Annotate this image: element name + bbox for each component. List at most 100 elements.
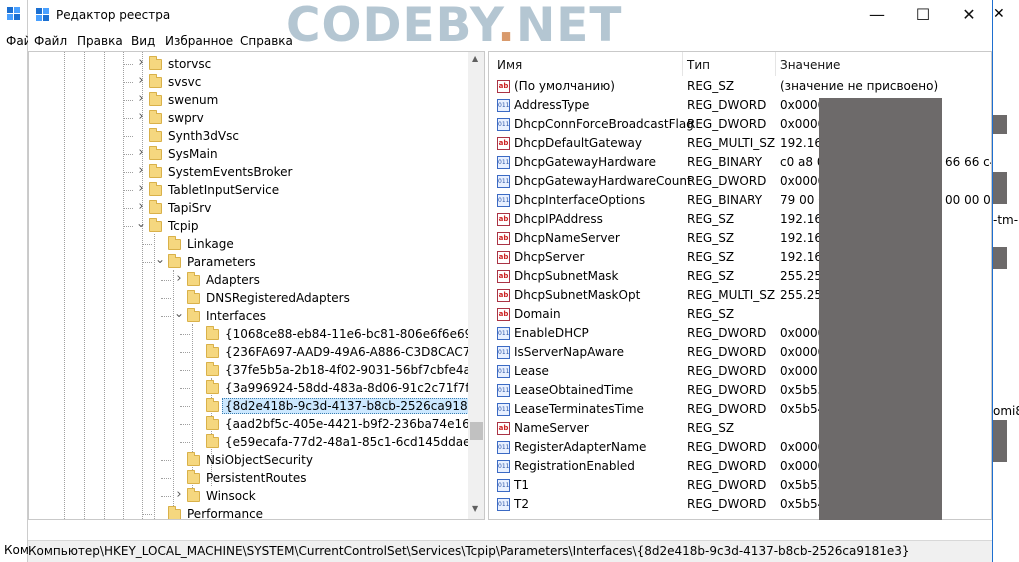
maximize-button[interactable]: ☐ (900, 0, 946, 30)
chevron-right-icon[interactable]: › (135, 108, 147, 126)
folder-icon (168, 254, 181, 268)
chevron-right-icon[interactable]: › (135, 162, 147, 180)
tree-item[interactable]: › SysMain (135, 144, 217, 163)
column-header-name[interactable]: Имя (497, 58, 522, 72)
menu-favorites[interactable]: Избранное (165, 34, 233, 48)
tree-item[interactable]: › swprv (135, 108, 203, 127)
tree-item[interactable]: › svsvc (135, 73, 201, 91)
tree-item[interactable]: {3a996924-58dd-483a-8d06-91c2c71f7fcc} (192, 379, 484, 397)
tree-item[interactable]: › Winsock (173, 486, 256, 505)
tree-item-label: svsvc (168, 75, 202, 89)
tree-item-label: Linkage (187, 237, 234, 251)
tree-connector (142, 244, 152, 245)
chevron-right-icon[interactable]: › (135, 144, 147, 162)
tree-connector (142, 514, 152, 515)
folder-icon (187, 290, 200, 304)
redaction-block (993, 172, 1007, 204)
column-header-type[interactable]: Тип (687, 58, 710, 72)
chevron-right-icon[interactable]: › (135, 180, 147, 198)
chevron-down-icon[interactable]: ⌄ (154, 250, 166, 268)
tree-guide-line (84, 52, 85, 519)
folder-icon (149, 146, 162, 160)
tree-item[interactable]: Performance (154, 505, 263, 519)
tree-connector (161, 460, 171, 461)
tree-item[interactable]: {8d2e418b-9c3d-4137-b8cb-2526ca9181e3} (192, 397, 484, 415)
tree-item[interactable]: ⌄ Tcpip (135, 214, 199, 235)
folder-icon (168, 236, 181, 250)
value-type: REG_SZ (687, 212, 735, 226)
tree-item[interactable]: Synth3dVsc (135, 127, 239, 145)
tree-item[interactable]: › SystemEventsBroker (135, 163, 292, 181)
folder-icon (187, 452, 200, 466)
tree-guide-line (123, 52, 124, 519)
tree-vertical-scrollbar[interactable]: ▲ ▼ (468, 52, 484, 519)
redaction-block (819, 98, 942, 520)
column-separator[interactable] (682, 52, 683, 76)
chevron-right-icon[interactable]: › (135, 72, 147, 90)
tree-item-label: {1068ce88-eb84-11e6-bc81-806e6f6e6963} (225, 327, 485, 341)
folder-icon (149, 182, 162, 196)
tree-item[interactable]: ⌄ Interfaces (173, 304, 266, 325)
menu-help[interactable]: Справка (240, 34, 293, 48)
chevron-right-icon[interactable]: › (135, 54, 147, 72)
value-name: LeaseObtainedTime (514, 383, 634, 397)
value-type: REG_DWORD (687, 345, 767, 359)
tree-item[interactable]: {e59ecafa-77d2-48a1-85c1-6cd145ddaedd} (192, 433, 485, 451)
tree-item-label: {e59ecafa-77d2-48a1-85c1-6cd145ddaedd} (225, 435, 485, 449)
tree-item[interactable]: {37fe5b5a-2b18-4f02-9031-56bf7cbfe4ad} (192, 361, 484, 379)
scroll-up-icon[interactable]: ▲ (472, 54, 478, 63)
folder-icon (187, 308, 200, 322)
tree-connector (161, 478, 171, 479)
tree-item[interactable]: {236FA697-AAD9-49A6-A886-C3D8CAC7E196} (192, 343, 485, 361)
folder-icon (206, 344, 219, 358)
tree-item-label: {236FA697-AAD9-49A6-A886-C3D8CAC7E196} (225, 345, 485, 359)
tree-item-label: Winsock (206, 489, 256, 503)
close-button[interactable]: ✕ (946, 0, 992, 30)
chevron-down-icon[interactable]: ⌄ (173, 304, 185, 322)
tree-item[interactable]: › storvsc (135, 55, 211, 73)
tree-item-label: TabletInputService (168, 183, 280, 197)
tree-item[interactable]: NsiObjectSecurity (173, 451, 313, 469)
status-path: Компьютер\HKEY_LOCAL_MACHINE\SYSTEM\Curr… (28, 544, 910, 558)
value-type: REG_MULTI_SZ (687, 136, 776, 150)
tree-connector (123, 154, 133, 155)
redaction-block (993, 420, 1007, 462)
binary-value-icon: 011 (497, 498, 510, 511)
tree-connector (142, 262, 152, 263)
tree-item[interactable]: › swenum (135, 91, 218, 109)
folder-icon (149, 110, 162, 124)
chevron-right-icon[interactable]: › (135, 90, 147, 108)
binary-value-icon: 011 (497, 156, 510, 169)
value-row[interactable]: ab (По умолчанию) REG_SZ (значение не присв… (489, 77, 989, 96)
tree-item[interactable]: PersistentRoutes (173, 469, 306, 487)
folder-icon (149, 56, 162, 70)
tree-item[interactable]: DNSRegisteredAdapters (173, 289, 350, 307)
value-name: IsServerNapAware (514, 345, 625, 359)
tree-scroll-thumb[interactable] (470, 422, 483, 440)
tree-item[interactable]: {aad2bf5c-405e-4421-b9f2-236ba74e16ea} (192, 415, 484, 433)
menu-edit[interactable]: Правка (77, 34, 123, 48)
binary-value-icon: 011 (497, 479, 510, 492)
tree-connector (180, 442, 190, 443)
scroll-down-icon[interactable]: ▼ (472, 504, 478, 513)
menu-file[interactable]: Файл (34, 34, 67, 48)
tree-item[interactable]: › TabletInputService (135, 181, 279, 199)
folder-icon (206, 434, 219, 448)
column-header-value[interactable]: Значение (780, 58, 840, 72)
tree-item[interactable]: {1068ce88-eb84-11e6-bc81-806e6f6e6963} (192, 325, 485, 343)
minimize-button[interactable]: — (854, 0, 900, 30)
tree-item[interactable]: › Adapters (173, 270, 259, 289)
string-value-icon: ab (497, 308, 510, 321)
value-type: REG_DWORD (687, 459, 767, 473)
binary-value-icon: 011 (497, 403, 510, 416)
chevron-right-icon[interactable]: › (173, 270, 185, 288)
binary-value-icon: 011 (497, 99, 510, 112)
chevron-down-icon[interactable]: ⌄ (135, 214, 147, 232)
tree-item[interactable]: ⌄ Parameters (154, 250, 256, 271)
key-tree-pane[interactable]: › storvsc › svsvc › swenum › swprv Synth3dVsc › Sy… (28, 51, 485, 520)
value-type: REG_SZ (687, 307, 735, 321)
column-separator[interactable] (775, 52, 776, 76)
menu-view[interactable]: Вид (131, 34, 155, 48)
chevron-right-icon[interactable]: › (173, 486, 185, 504)
tree-connector (123, 136, 133, 137)
